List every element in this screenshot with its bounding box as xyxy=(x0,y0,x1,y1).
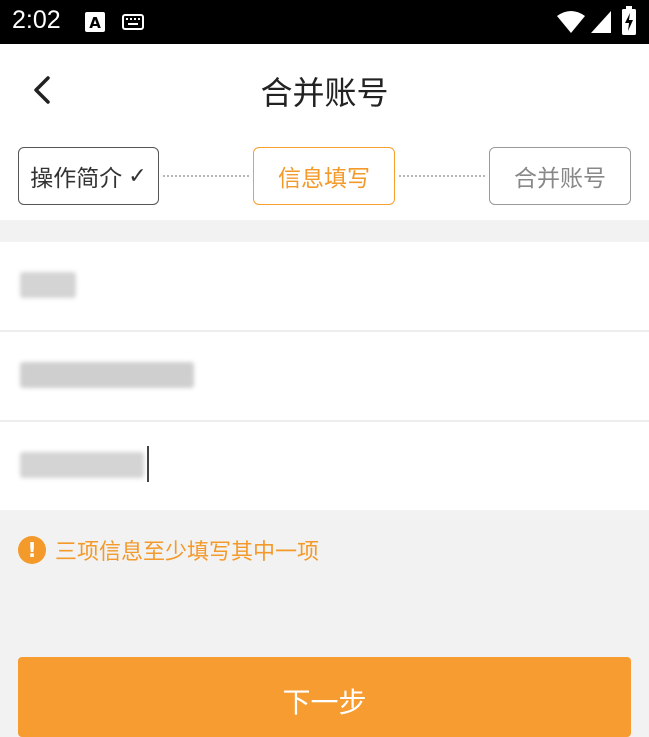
battery-charging-icon xyxy=(622,6,636,35)
signal-icon xyxy=(591,11,611,33)
a-badge-icon: A xyxy=(85,12,105,32)
svg-text:A: A xyxy=(89,14,101,32)
wifi-icon xyxy=(557,11,585,33)
phone-input[interactable] xyxy=(0,332,649,422)
status-time: 2:02 xyxy=(12,6,61,34)
step-info: 信息填写 xyxy=(253,147,395,205)
redacted-value xyxy=(20,272,76,298)
step-connector xyxy=(163,175,249,177)
text-cursor xyxy=(147,446,149,482)
step-label: 操作简介 xyxy=(30,166,123,192)
step-indicator: 操作简介 ✓ 信息填写 合并账号 xyxy=(0,136,649,220)
step-connector xyxy=(399,175,485,177)
redacted-value xyxy=(20,452,144,478)
keyboard-icon xyxy=(122,14,144,30)
hint-text: 三项信息至少填写其中一项 xyxy=(55,540,320,565)
step-intro: 操作简介 ✓ xyxy=(18,147,159,205)
status-bar: 2:02 A xyxy=(0,0,649,44)
step-merge: 合并账号 xyxy=(489,147,631,205)
step-label: 信息填写 xyxy=(278,166,370,192)
next-button[interactable]: 下一步 xyxy=(18,657,631,737)
page-title: 合并账号 xyxy=(260,74,389,112)
hint-message: ! 三项信息至少填写其中一项 xyxy=(18,534,319,566)
exclamation-circle-icon: ! xyxy=(18,536,46,564)
account-input[interactable] xyxy=(0,242,649,332)
redacted-value xyxy=(20,362,194,388)
step-label: 合并账号 xyxy=(514,166,606,192)
id-input[interactable] xyxy=(0,422,649,510)
app-header: 合并账号 xyxy=(0,44,649,136)
check-icon: ✓ xyxy=(128,163,147,189)
form-fields xyxy=(0,242,649,510)
